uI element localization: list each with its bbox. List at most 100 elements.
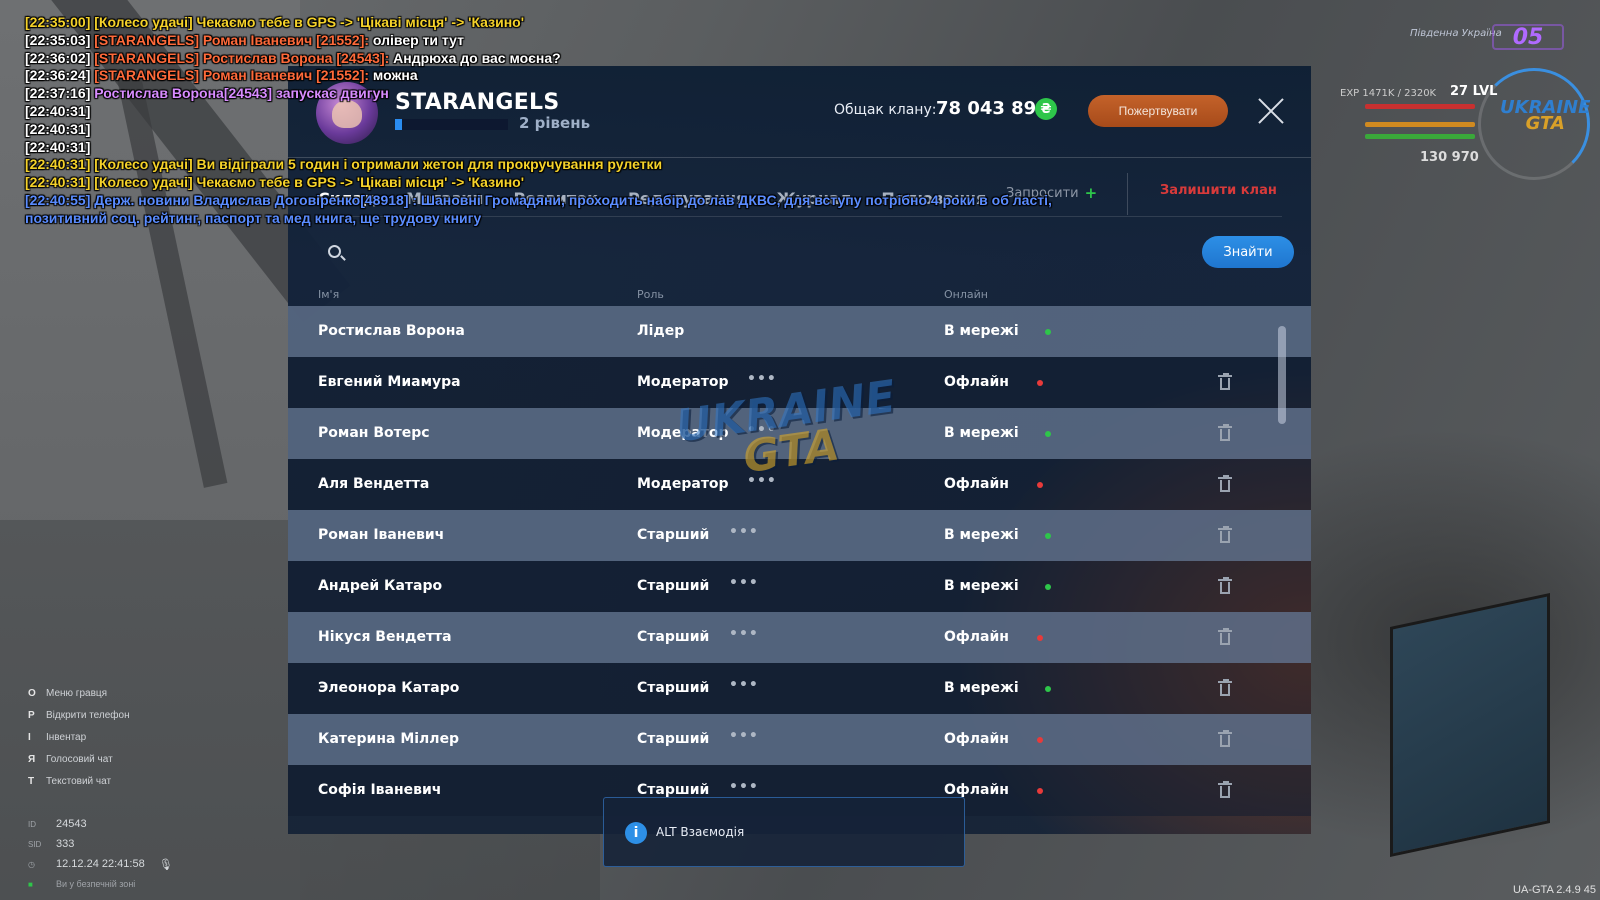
chat-line-text: [22:40:31]: [25, 120, 91, 137]
member-status: В мережі: [944, 425, 1019, 441]
chat-line-text: [22:40:31] [Колесо удачі] Чекаємо тебе в…: [25, 174, 525, 191]
chat-line: [22:36:24] [STARANGELS] Роман Іваневич […: [25, 67, 1085, 85]
member-name: Аля Вендетта: [318, 476, 430, 492]
chat-line: [22:40:31] [Колесо удачі] Чекаємо тебе в…: [25, 174, 1085, 192]
role-menu-dots-icon[interactable]: •••: [729, 626, 759, 642]
status-dot-icon: [1045, 686, 1051, 692]
role-menu-dots-icon[interactable]: •••: [729, 575, 759, 591]
member-name: Элеонора Катаро: [318, 680, 460, 696]
member-status: Офлайн: [944, 782, 1009, 798]
role-menu-dots-icon[interactable]: •••: [729, 728, 759, 744]
member-name: Софія Іваневич: [318, 782, 442, 798]
hud-exp: EXP 1471K / 2320K: [1340, 88, 1437, 99]
bg-table: [1390, 592, 1550, 858]
column-name: Ім'я: [318, 288, 340, 301]
interaction-hint: i ALT Взаємодія: [603, 797, 965, 867]
member-row[interactable]: Евгений Миамура Модератор ••• Офлайн: [288, 357, 1311, 408]
status-dot-icon: [1045, 431, 1051, 437]
member-row[interactable]: Катерина Міллер Старший ••• Офлайн: [288, 714, 1311, 765]
trash-icon[interactable]: [1218, 781, 1232, 798]
close-icon[interactable]: [1256, 96, 1286, 126]
keybind-key: P: [28, 709, 35, 721]
column-role: Роль: [637, 288, 664, 301]
role-menu-dots-icon[interactable]: •••: [729, 779, 759, 795]
member-row[interactable]: Ростислав Ворона Лідер В мережі: [288, 306, 1311, 357]
trash-icon[interactable]: [1218, 628, 1232, 645]
trash-icon[interactable]: [1218, 679, 1232, 696]
member-role: Модератор: [637, 476, 729, 492]
player-id: 24543: [56, 818, 87, 830]
member-role: Старший: [637, 680, 710, 696]
status-dot-icon: [1045, 533, 1051, 539]
datetime: 12.12.24 22:41:58: [56, 858, 145, 870]
chat-line: [22:35:00] [Колесо удачі] Чекаємо тебе в…: [25, 14, 1085, 32]
member-row[interactable]: Роман Іваневич Старший ••• В мережі: [288, 510, 1311, 561]
find-button[interactable]: Знайти: [1202, 236, 1294, 268]
member-row[interactable]: Аля Вендетта Модератор ••• Офлайн: [288, 459, 1311, 510]
trash-icon[interactable]: [1218, 475, 1232, 492]
chat-line: [22:36:02] [STARANGELS] Ростислав Ворона…: [25, 50, 1085, 68]
chat-line-message: можна: [369, 67, 418, 84]
role-menu-dots-icon[interactable]: •••: [729, 677, 759, 693]
player-ids: ID 24543 SID 333 ◷ 12.12.24 22:41:58 🎙 ■…: [28, 814, 173, 894]
member-role: Старший: [637, 782, 710, 798]
hud-bar-orange: [1365, 122, 1475, 127]
role-menu-dots-icon[interactable]: •••: [747, 473, 777, 489]
member-status: В мережі: [944, 527, 1019, 543]
keybind-label: Відкрити телефон: [46, 709, 130, 721]
chat-line: [22:40:55] Держ. новини Владислав Догові…: [25, 192, 1085, 228]
members-table: Ростислав Ворона Лідер В мережі Евгений Миа…: [288, 306, 1311, 816]
hud-bar-red: [1365, 104, 1475, 109]
member-status: В мережі: [944, 578, 1019, 594]
chat-line-action: Ростислав Ворона[24543] запускає двигун: [94, 85, 389, 102]
zone-status: Ви у безпечній зоні: [56, 879, 136, 889]
keybind-label: Текстовий чат: [46, 775, 112, 787]
trash-icon[interactable]: [1218, 373, 1232, 390]
microphone-icon: 🎙: [158, 858, 173, 871]
member-name: Катерина Міллер: [318, 731, 460, 747]
keybind-label: Інвентар: [46, 731, 87, 743]
status-dot-icon: [1037, 635, 1043, 641]
status-dot-icon: [1037, 380, 1043, 386]
role-menu-dots-icon[interactable]: •••: [729, 524, 759, 540]
trash-icon[interactable]: [1218, 424, 1232, 441]
member-status: Офлайн: [944, 629, 1009, 645]
hud-bar-green: [1365, 134, 1475, 139]
status-dot-icon: [1045, 329, 1051, 335]
chat-line-text: [22:35:03]: [25, 31, 95, 48]
role-menu-dots-icon[interactable]: •••: [747, 371, 777, 387]
member-row[interactable]: Андрей Катаро Старший ••• В мережі: [288, 561, 1311, 612]
member-row[interactable]: Роман Вотерс Модератор ••• В мережі: [288, 408, 1311, 459]
member-row[interactable]: Нікуся Вендетта Старший ••• Офлайн: [288, 612, 1311, 663]
shield-icon: ■: [28, 879, 33, 889]
member-name: Роман Вотерс: [318, 425, 430, 441]
member-name: Евгений Миамура: [318, 374, 461, 390]
scrollbar[interactable]: [1278, 326, 1286, 424]
leave-clan-button[interactable]: Залишити клан: [1160, 183, 1277, 198]
member-name: Ростислав Ворона: [318, 323, 465, 339]
sid-label: SID: [28, 839, 42, 849]
status-dot-icon: [1037, 737, 1043, 743]
plus-icon: +: [1084, 184, 1098, 202]
keybind-hint: I Інвентар: [28, 726, 130, 748]
trash-icon[interactable]: [1218, 730, 1232, 747]
chat-line-message: олівер ти тут: [369, 31, 464, 48]
search-icon: [328, 245, 341, 258]
search-input[interactable]: [354, 236, 1134, 270]
hud-server-number: 05: [1492, 24, 1564, 50]
chat-line-text: [22:37:16]: [25, 85, 95, 102]
chat-line: [22:40:31] [Колесо удачі] Ви відіграли 5…: [25, 156, 1085, 174]
donate-button[interactable]: Пожертвувати: [1088, 95, 1228, 127]
clock-icon: ◷: [28, 859, 35, 869]
role-menu-dots-icon[interactable]: •••: [747, 422, 777, 438]
game-version: UA-GTA 2.4.9 45: [1513, 884, 1596, 896]
keybind-key: Я: [28, 753, 36, 765]
chat-line-text: [22:40:55] Держ. новини Владислав Догові…: [25, 191, 1052, 226]
trash-icon[interactable]: [1218, 577, 1232, 594]
trash-icon[interactable]: [1218, 526, 1232, 543]
member-row[interactable]: Элеонора Катаро Старший ••• В мережі: [288, 663, 1311, 714]
keybind-key: O: [28, 687, 36, 699]
player-sid-row: SID 333: [28, 834, 173, 854]
keybind-key: T: [28, 775, 35, 787]
hud-logo-bottom: GTA: [1525, 113, 1565, 134]
